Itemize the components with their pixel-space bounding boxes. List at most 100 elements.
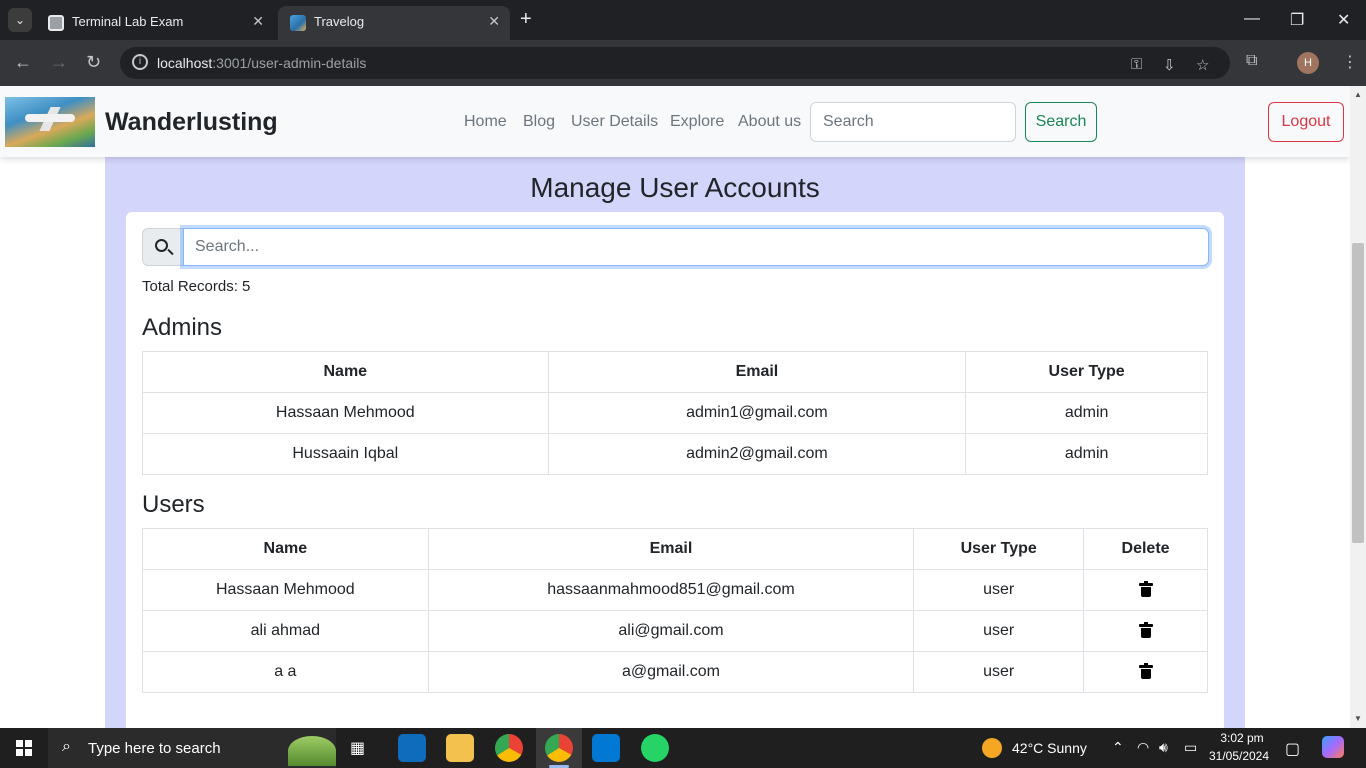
scroll-up-icon[interactable]: ▲ [1354, 90, 1362, 99]
nav-link-about-us[interactable]: About us [738, 113, 801, 131]
column-header-user-type: User Type [913, 528, 1085, 570]
close-icon[interactable]: ✕ [488, 13, 500, 30]
trash-icon[interactable] [1138, 662, 1153, 679]
chevron-up-icon[interactable]: ⌃ [1112, 739, 1124, 756]
records-search-input[interactable] [183, 228, 1209, 266]
nav-link-home[interactable]: Home [464, 113, 507, 131]
browser-tab-bar: ⌄ Terminal Lab Exam ✕ Travelog ✕ + — ❐ ✕ [0, 0, 1366, 40]
column-header-email: Email [547, 351, 967, 393]
tab-search-chevron-icon[interactable]: ⌄ [8, 8, 32, 32]
restore-icon[interactable]: ❐ [1290, 10, 1304, 30]
taskbar-search-box[interactable]: ⌕ Type here to search [48, 728, 336, 768]
scrollbar-thumb[interactable] [1352, 243, 1364, 543]
accounts-card: Total Records: 5 Admins Name Email User … [126, 212, 1224, 728]
taskbar-search-placeholder: Type here to search [88, 740, 221, 757]
delete-cell [1083, 651, 1208, 693]
column-header-name: Name [142, 351, 549, 393]
store-app-icon[interactable] [398, 734, 426, 762]
battery-icon[interactable]: ▭ [1184, 739, 1197, 756]
close-icon[interactable]: ✕ [252, 13, 264, 30]
address-url: localhost:3001/user-admin-details [157, 55, 367, 71]
key-icon[interactable]: ⚿ [1131, 56, 1142, 73]
cell-name: Hassaan Mehmood [142, 392, 549, 434]
table-header-row: Name Email User Type [142, 351, 1208, 393]
cell-email: hassaanmahmood851@gmail.com [427, 569, 915, 611]
column-header-user-type: User Type [965, 351, 1208, 393]
nav-link-explore[interactable]: Explore [670, 113, 724, 131]
navbar-search-button[interactable]: Search [1025, 102, 1097, 142]
install-app-icon[interactable]: ⇩ [1163, 56, 1176, 74]
trash-icon[interactable] [1138, 580, 1153, 597]
reload-icon[interactable]: ↻ [86, 52, 101, 73]
vscode-app-icon[interactable] [592, 734, 620, 762]
cell-email: ali@gmail.com [427, 610, 915, 652]
search-icon: ⌕ [62, 738, 71, 755]
tab-favicon [48, 15, 64, 31]
logout-button[interactable]: Logout [1268, 102, 1344, 142]
page-scrollbar[interactable]: ▲ ▼ [1350, 86, 1366, 728]
menu-kebab-icon[interactable]: ⋮ [1342, 52, 1358, 72]
weather-sun-icon[interactable] [982, 738, 1002, 758]
total-records-text: Total Records: 5 [142, 278, 251, 295]
column-header-email: Email [427, 528, 915, 570]
site-info-icon[interactable]: i [132, 54, 148, 70]
network-icon[interactable]: ◠ [1137, 739, 1149, 756]
volume-icon[interactable]: 🔊︎ [1159, 739, 1168, 756]
navbar-search-input[interactable] [810, 102, 1016, 142]
brand-logo-image[interactable] [5, 97, 95, 147]
chrome-active-window[interactable] [536, 728, 582, 768]
cell-email: admin2@gmail.com [547, 433, 967, 475]
tab-title: Travelog [314, 14, 365, 29]
browser-tab-travelog[interactable]: Travelog ✕ [278, 6, 510, 40]
delete-cell [1083, 610, 1208, 652]
table-row: Hassaan Mehmood hassaanmahmood851@gmail.… [142, 569, 1208, 611]
nav-link-user-details[interactable]: User Details [571, 113, 658, 131]
admins-heading: Admins [142, 314, 223, 341]
column-header-name: Name [142, 528, 429, 570]
scroll-down-icon[interactable]: ▼ [1354, 714, 1362, 723]
browser-toolbar: ← → ↻ i localhost:3001/user-admin-detail… [0, 40, 1366, 86]
forward-arrow-icon[interactable]: → [50, 52, 68, 73]
clock-date[interactable]: 31/05/2024 [1206, 749, 1272, 763]
copilot-icon[interactable] [1322, 736, 1344, 758]
column-header-delete: Delete [1083, 528, 1208, 570]
chrome-app-icon[interactable] [495, 734, 523, 762]
whatsapp-app-icon[interactable] [641, 734, 669, 762]
new-tab-plus-icon[interactable]: + [520, 8, 532, 31]
trash-icon[interactable] [1138, 621, 1153, 638]
users-table: Name Email User Type Delete Hassaan Mehm… [142, 528, 1208, 693]
table-row: a a a@gmail.com user [142, 651, 1208, 693]
users-heading: Users [142, 491, 205, 518]
page-viewport: Wanderlusting Home Blog User Details Exp… [0, 86, 1350, 728]
task-view-icon[interactable]: ▦ [350, 738, 365, 758]
browser-tab-terminal-lab-exam[interactable]: Terminal Lab Exam ✕ [36, 6, 274, 40]
admins-table: Name Email User Type Hassaan Mehmood adm… [142, 351, 1208, 475]
extensions-puzzle-icon[interactable]: ⧉ [1246, 52, 1257, 70]
cell-user-type: admin [965, 392, 1208, 434]
search-icon [142, 228, 184, 266]
windows-start-icon[interactable] [16, 740, 32, 756]
bookmark-star-icon[interactable]: ☆ [1196, 56, 1209, 74]
cell-name: ali ahmad [142, 610, 429, 652]
cell-name: Hussaain Iqbal [142, 433, 549, 475]
window-close-icon[interactable]: ✕ [1337, 10, 1350, 30]
user-management-panel: Manage User Accounts Total Records: 5 Ad… [105, 157, 1245, 728]
back-arrow-icon[interactable]: ← [14, 52, 32, 73]
tab-favicon [290, 15, 306, 31]
clock-time[interactable]: 3:02 pm [1212, 731, 1272, 745]
chrome-profile-icon [545, 734, 573, 762]
minimize-icon[interactable]: — [1244, 10, 1260, 28]
cell-user-type: user [913, 651, 1085, 693]
weather-text[interactable]: 42°C Sunny [1012, 740, 1087, 756]
brand-name[interactable]: Wanderlusting [105, 108, 278, 137]
windows-taskbar: ⌕ Type here to search ▦ 42°C Sunny ⌃ ◠ 🔊… [0, 728, 1366, 768]
nav-link-blog[interactable]: Blog [523, 113, 555, 131]
profile-avatar[interactable]: H [1297, 52, 1319, 74]
notification-icon[interactable]: ▢ [1285, 739, 1300, 759]
cell-name: Hassaan Mehmood [142, 569, 429, 611]
address-bar[interactable]: i localhost:3001/user-admin-details ⚿ ⇩ … [120, 47, 1230, 79]
file-explorer-icon[interactable] [446, 734, 474, 762]
site-navbar: Wanderlusting Home Blog User Details Exp… [0, 86, 1350, 157]
records-search-group [142, 228, 1209, 266]
table-row: ali ahmad ali@gmail.com user [142, 610, 1208, 652]
